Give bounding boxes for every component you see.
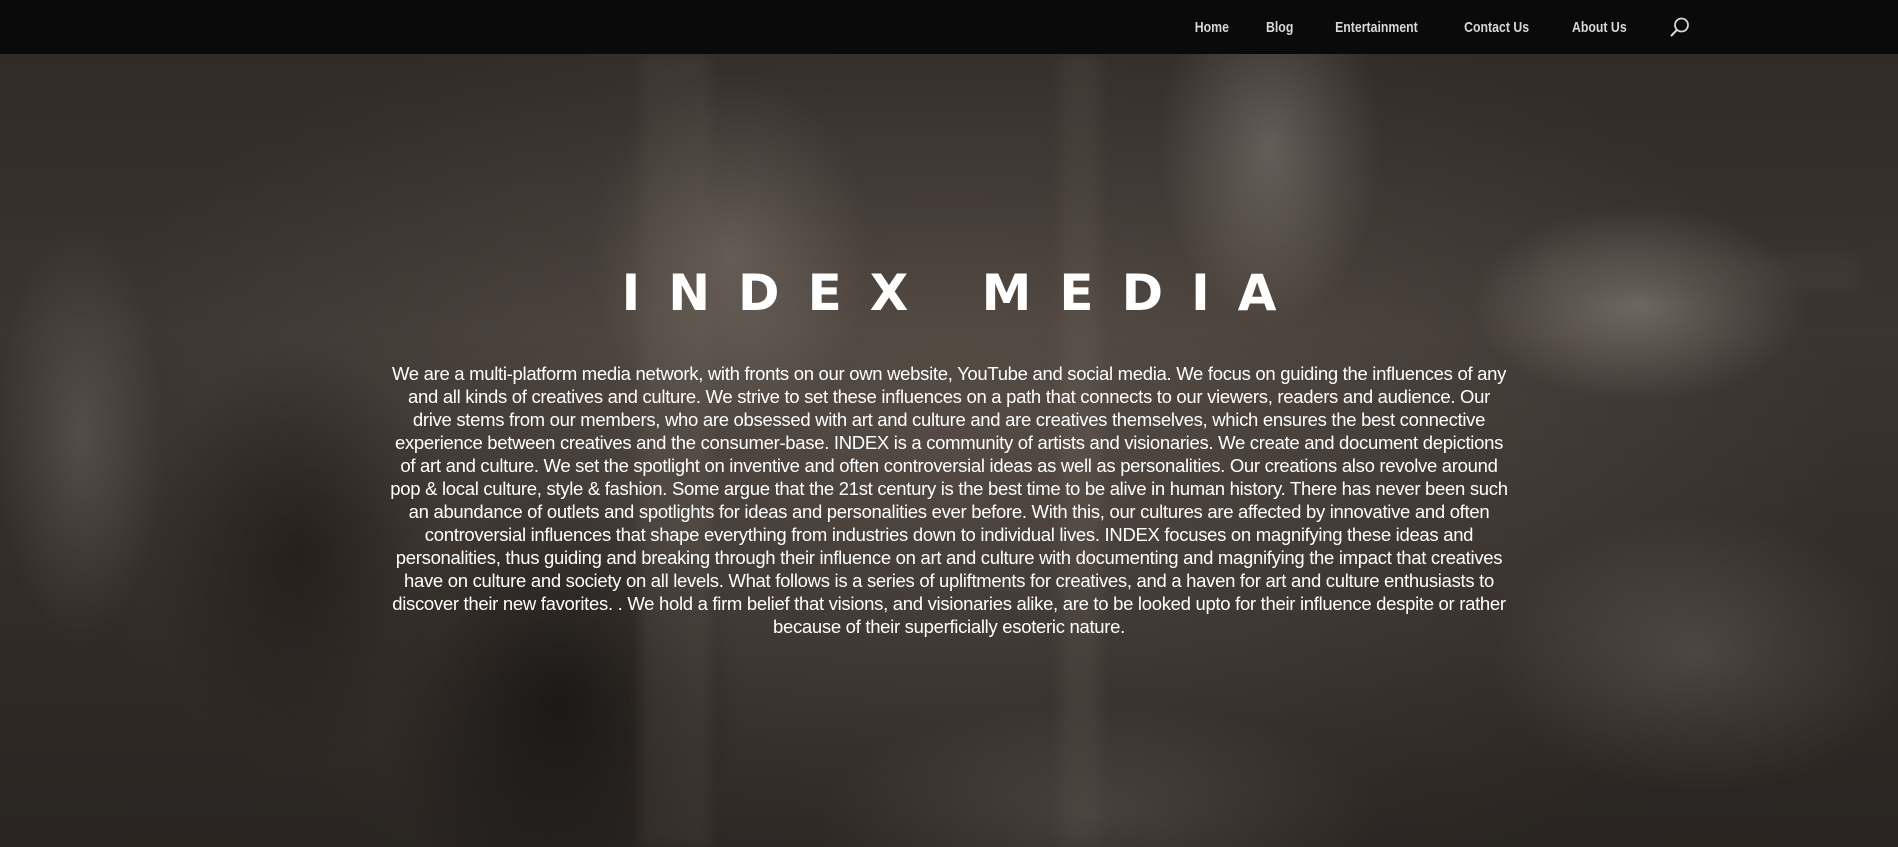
- nav-about-us-link[interactable]: About Us: [1572, 19, 1627, 36]
- main-menu: Home Blog Entertainment Contact Us About…: [1191, 0, 1693, 54]
- nav-blog-link[interactable]: Blog: [1266, 19, 1293, 36]
- search-icon[interactable]: [1667, 14, 1693, 40]
- nav-entertainment-link[interactable]: Entertainment: [1335, 19, 1418, 36]
- nav-contact-us-link[interactable]: Contact Us: [1464, 19, 1529, 36]
- nav-home-link[interactable]: Home: [1195, 19, 1229, 36]
- page-title: INDEX MEDIA: [621, 263, 1305, 322]
- top-navigation-bar: Home Blog Entertainment Contact Us About…: [0, 0, 1898, 54]
- about-description: We are a multi-platform media network, w…: [390, 362, 1508, 637]
